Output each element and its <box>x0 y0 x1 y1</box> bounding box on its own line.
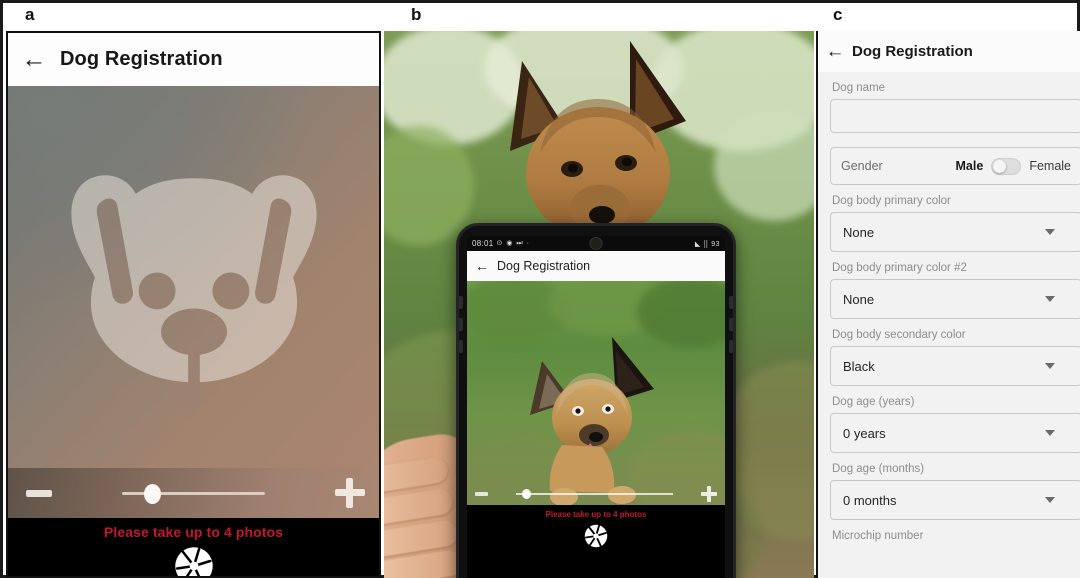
back-arrow-icon[interactable]: ← <box>467 258 497 274</box>
camera-shutter-icon[interactable] <box>174 546 214 578</box>
label-primary-color: Dog body primary color <box>832 195 951 207</box>
dog-photo-preview <box>530 337 654 505</box>
panel-label-b: b <box>411 5 422 24</box>
page-title: Dog Registration <box>497 259 591 273</box>
outdoor-scene: 08:01 ⊙ ◉ ⏭ · ◣ ⣿ 93 ← Dog Registration <box>384 31 814 578</box>
zoom-slider-a[interactable] <box>64 478 323 508</box>
label-dog-name: Dog name <box>832 82 886 94</box>
form-body: Dog name Gender Male Female Dog body pri… <box>818 72 1080 578</box>
chevron-down-icon[interactable] <box>1045 229 1055 235</box>
camera-preview-b[interactable] <box>467 281 725 505</box>
capture-bar-b: Please take up to 4 photos <box>467 505 725 569</box>
label-primary-color-2: Dog body primary color #2 <box>832 262 967 274</box>
back-arrow-icon[interactable]: ← <box>8 47 60 72</box>
smartphone-device[interactable]: 08:01 ⊙ ◉ ⏭ · ◣ ⣿ 93 ← Dog Registration <box>456 223 736 578</box>
camera-preview-a[interactable] <box>8 86 379 468</box>
gender-option-female[interactable]: Female <box>1029 159 1071 173</box>
toggle-switch-icon[interactable] <box>991 157 1022 175</box>
dog-face-outline-icon <box>70 175 317 408</box>
minus-icon[interactable] <box>475 492 488 496</box>
appbar-a: ← Dog Registration <box>8 33 379 86</box>
primary-color-2-select[interactable]: None <box>830 279 1080 319</box>
phone-screen[interactable]: 08:01 ⊙ ◉ ⏭ · ◣ ⣿ 93 ← Dog Registration <box>467 236 725 578</box>
gender-option-male[interactable]: Male <box>956 159 984 173</box>
camera-shutter-icon[interactable] <box>584 524 608 548</box>
chevron-down-icon[interactable] <box>1045 497 1055 503</box>
minus-icon[interactable] <box>26 489 52 497</box>
phone-status-bar: 08:01 ⊙ ◉ ⏭ · ◣ ⣿ 93 <box>467 236 725 251</box>
age-years-select[interactable]: 0 years <box>830 413 1080 453</box>
figure-container: a b c ← Dog Registration Please take up … <box>0 0 1080 578</box>
zoom-control-bar-a[interactable] <box>8 468 379 518</box>
page-title: Dog Registration <box>60 48 223 70</box>
gender-row[interactable]: Gender Male Female <box>830 147 1080 185</box>
label-gender: Gender <box>841 159 883 173</box>
age-years-value: 0 years <box>843 425 886 441</box>
secondary-color-select[interactable]: Black <box>830 346 1080 386</box>
secondary-color-value: Black <box>843 358 875 374</box>
chevron-down-icon[interactable] <box>1045 430 1055 436</box>
chevron-down-icon[interactable] <box>1045 363 1055 369</box>
dog-name-input[interactable] <box>830 99 1080 133</box>
status-right-icons: ◣ ⣿ 93 <box>694 240 720 248</box>
status-left-icons: ⊙ ◉ ⏭ · <box>496 240 530 247</box>
zoom-slider-b[interactable] <box>488 488 701 500</box>
panel-caption-strip: a b c <box>3 3 1077 29</box>
panel-label-c: c <box>833 5 843 24</box>
slider-thumb[interactable] <box>522 489 531 499</box>
front-camera-icon <box>589 237 603 250</box>
panel-a-camera-capture: ← Dog Registration Please take up to 4 p… <box>6 31 381 578</box>
slider-track <box>516 493 673 495</box>
label-age-years: Dog age (years) <box>832 396 915 408</box>
age-months-value: 0 months <box>843 492 897 508</box>
primary-color-select[interactable]: None <box>830 212 1080 252</box>
status-time: 08:01 <box>472 239 494 248</box>
label-age-months: Dog age (months) <box>832 463 925 475</box>
plus-icon[interactable] <box>335 478 365 508</box>
label-microchip-number: Microchip number <box>832 530 924 542</box>
back-arrow-icon[interactable]: ← <box>818 41 852 63</box>
photo-hint-text: Please take up to 4 photos <box>545 510 647 519</box>
chevron-down-icon[interactable] <box>1045 296 1055 302</box>
zoom-control-bar-b[interactable] <box>467 483 725 505</box>
primary-color-value: None <box>843 224 875 240</box>
slider-thumb[interactable] <box>144 484 161 504</box>
dog-photo-background <box>510 41 686 229</box>
page-title: Dog Registration <box>852 43 973 60</box>
appbar-b: ← Dog Registration <box>467 251 725 281</box>
appbar-c: ← Dog Registration <box>818 31 1080 72</box>
panel-label-a: a <box>25 5 35 24</box>
capture-bar-a: Please take up to 4 photos <box>8 518 379 578</box>
plus-icon[interactable] <box>701 486 717 502</box>
panel-b-phone-photo: 08:01 ⊙ ◉ ⏭ · ◣ ⣿ 93 ← Dog Registration <box>384 31 814 578</box>
photo-hint-text: Please take up to 4 photos <box>103 524 284 540</box>
primary-color-2-value: None <box>843 291 875 307</box>
panel-c-registration-form: ← Dog Registration Dog name Gender Male … <box>816 31 1080 578</box>
label-secondary-color: Dog body secondary color <box>832 329 966 341</box>
age-months-select[interactable]: 0 months <box>830 480 1080 520</box>
